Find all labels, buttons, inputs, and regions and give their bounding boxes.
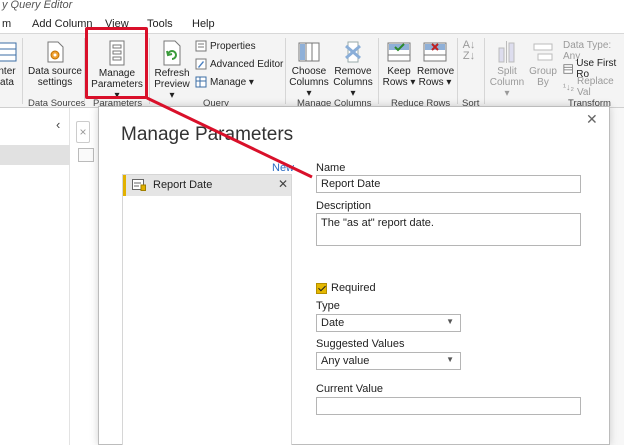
split-column-label-2: Column ▾ <box>489 77 525 99</box>
remove-rows-label-2: Rows ▾ <box>418 77 452 88</box>
parameter-icon <box>132 179 146 191</box>
remove-columns-label-2: Columns ▾ <box>333 77 373 99</box>
properties-label: Properties <box>210 40 256 52</box>
replace-values-label: Replace Val <box>577 76 614 98</box>
enter-data-button[interactable]: nter ata <box>0 40 18 88</box>
parameter-list-item[interactable]: Report Date ✕ <box>123 175 291 196</box>
data-source-settings-button[interactable]: Data source settings <box>28 40 82 88</box>
required-checkbox[interactable] <box>316 283 327 294</box>
tab-help[interactable]: Help <box>192 18 215 30</box>
parameter-name: Report Date <box>153 179 213 191</box>
remove-columns-icon <box>345 41 361 63</box>
queries-pane <box>0 108 70 445</box>
current-value-input[interactable] <box>316 397 581 415</box>
refresh-label-1: Refresh <box>154 68 190 79</box>
sort-ascending-button[interactable]: A↓ Z↓ <box>461 40 477 62</box>
type-value: Date <box>321 317 345 329</box>
new-parameter-link[interactable]: New <box>272 162 294 174</box>
suggested-values-select[interactable]: Any value ▼ <box>316 352 461 370</box>
table-icon <box>0 42 17 62</box>
keep-rows-label-2: Rows ▾ <box>382 77 416 88</box>
manage-label: Manage ▾ <box>210 76 254 88</box>
advanced-editor-button[interactable]: Advanced Editor <box>195 58 283 70</box>
choose-columns-button[interactable]: Choose Columns ▾ <box>288 40 330 99</box>
refresh-icon <box>163 40 181 66</box>
parameter-list: Report Date ✕ <box>122 174 292 445</box>
description-textarea[interactable]: The "as at" report date. <box>316 213 581 246</box>
group-by-button[interactable]: Group By <box>528 40 558 88</box>
description-label: Description <box>316 200 372 212</box>
data-source-label-1: Data source <box>28 66 82 77</box>
required-label: Required <box>331 282 376 294</box>
group-by-label-2: By <box>537 77 549 88</box>
dialog-title: Manage Parameters <box>121 124 294 145</box>
type-select[interactable]: Date ▼ <box>316 314 461 332</box>
collapse-chevron-icon[interactable]: ‹ <box>56 117 60 132</box>
name-label: Name <box>316 162 346 174</box>
group-by-icon <box>533 43 553 61</box>
properties-icon <box>195 40 207 52</box>
window-title: y Query Editor <box>0 0 624 14</box>
first-row-icon <box>563 64 573 74</box>
manage-button[interactable]: Manage ▾ <box>195 76 254 88</box>
close-icon[interactable]: ✕ <box>586 111 598 128</box>
suggested-values-label: Suggested Values <box>316 338 405 350</box>
current-value-label: Current Value <box>316 383 384 395</box>
suggested-value: Any value <box>321 355 370 367</box>
data-source-label-2: settings <box>37 77 73 88</box>
remove-rows-icon <box>423 42 447 62</box>
tab-home[interactable]: m <box>2 18 11 30</box>
manage-parameters-highlight <box>85 27 148 99</box>
sort-az-icon: A↓ Z↓ <box>462 39 476 62</box>
data-source-gear-icon <box>47 41 64 63</box>
keep-rows-button[interactable]: Keep Rows ▾ <box>382 40 416 88</box>
split-column-button[interactable]: Split Column ▾ <box>487 40 527 99</box>
enter-data-label-1: nter <box>0 66 16 77</box>
choose-columns-label-1: Choose <box>291 66 327 77</box>
chevron-down-icon: ▼ <box>446 355 454 364</box>
remove-rows-button[interactable]: Remove Rows ▾ <box>417 40 455 88</box>
replace-values-icon: ¹↓₂ <box>563 82 574 92</box>
choose-columns-icon <box>298 42 320 62</box>
remove-columns-label-1: Remove <box>334 66 372 77</box>
choose-columns-label-2: Columns ▾ <box>289 77 329 99</box>
remove-rows-label-1: Remove <box>417 66 455 77</box>
tab-tools[interactable]: Tools <box>147 18 173 30</box>
split-column-icon <box>498 41 515 63</box>
group-by-label-1: Group <box>529 66 557 77</box>
refresh-label-2: Preview ▾ <box>154 79 190 101</box>
query-list-item[interactable] <box>0 145 70 165</box>
replace-values-button[interactable]: ¹↓₂ Replace Val <box>563 76 624 98</box>
split-column-label-1: Split <box>497 66 517 77</box>
advanced-editor-label: Advanced Editor <box>210 58 284 70</box>
keep-rows-label-1: Keep <box>387 66 411 77</box>
properties-button[interactable]: Properties <box>195 40 256 52</box>
manage-grid-icon <box>195 76 207 88</box>
manage-parameters-dialog: ✕ Manage Parameters New Report Date ✕ Na… <box>98 106 610 445</box>
keep-rows-icon <box>387 42 411 62</box>
formula-cancel-icon[interactable]: × <box>76 121 90 143</box>
table-grid-icon[interactable] <box>78 148 94 162</box>
delete-parameter-icon[interactable]: ✕ <box>278 177 288 191</box>
refresh-preview-button[interactable]: Refresh Preview ▾ <box>152 40 192 101</box>
name-input[interactable] <box>316 175 581 193</box>
enter-data-label-2: ata <box>0 77 14 88</box>
type-label: Type <box>316 300 340 312</box>
remove-columns-button[interactable]: Remove Columns ▾ <box>332 40 374 99</box>
chevron-down-icon: ▼ <box>446 317 454 326</box>
tab-add-column[interactable]: Add Column <box>32 18 93 30</box>
advanced-editor-icon <box>195 58 207 70</box>
